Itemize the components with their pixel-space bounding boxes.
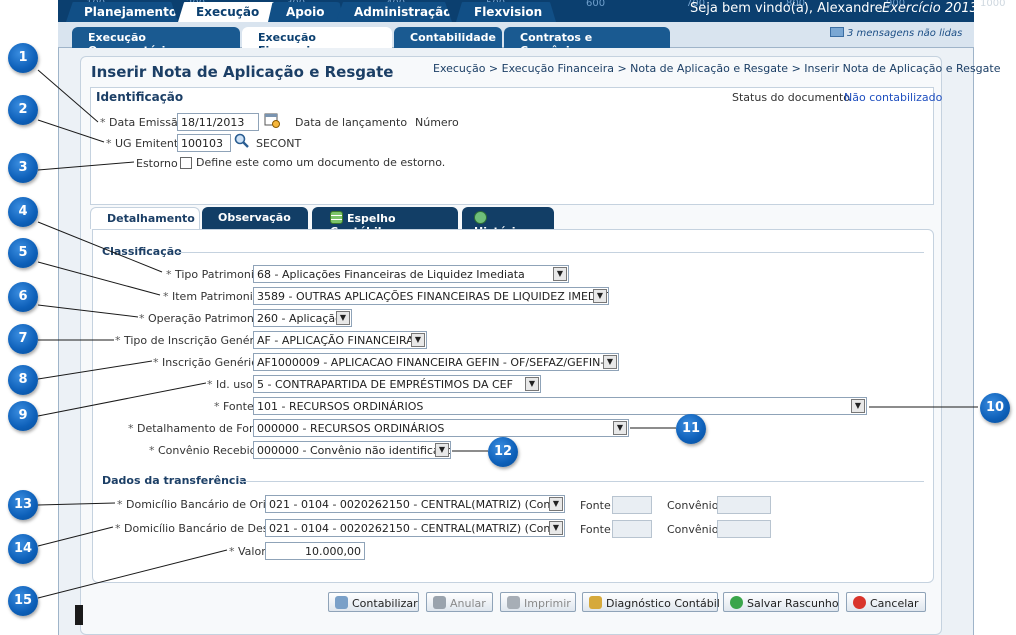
callout-badge: 11 — [676, 414, 706, 444]
callout-badge: 10 — [980, 393, 1010, 423]
callout-badge: 6 — [8, 282, 38, 312]
callout-badge: 2 — [8, 95, 38, 125]
callout-badge: 3 — [8, 153, 38, 183]
callout-badge: 1 — [8, 43, 38, 73]
callout-badge: 15 — [8, 586, 38, 616]
callout-badge: 7 — [8, 324, 38, 354]
callout-badge: 12 — [488, 437, 518, 467]
callout-badge: 14 — [8, 534, 38, 564]
callout-lines — [37, 69, 978, 599]
callout-badge: 4 — [8, 197, 38, 227]
callout-badge: 9 — [8, 401, 38, 431]
callout-badge: 13 — [8, 490, 38, 520]
callout-badge: 8 — [8, 365, 38, 395]
callout-badge: 5 — [8, 238, 38, 268]
